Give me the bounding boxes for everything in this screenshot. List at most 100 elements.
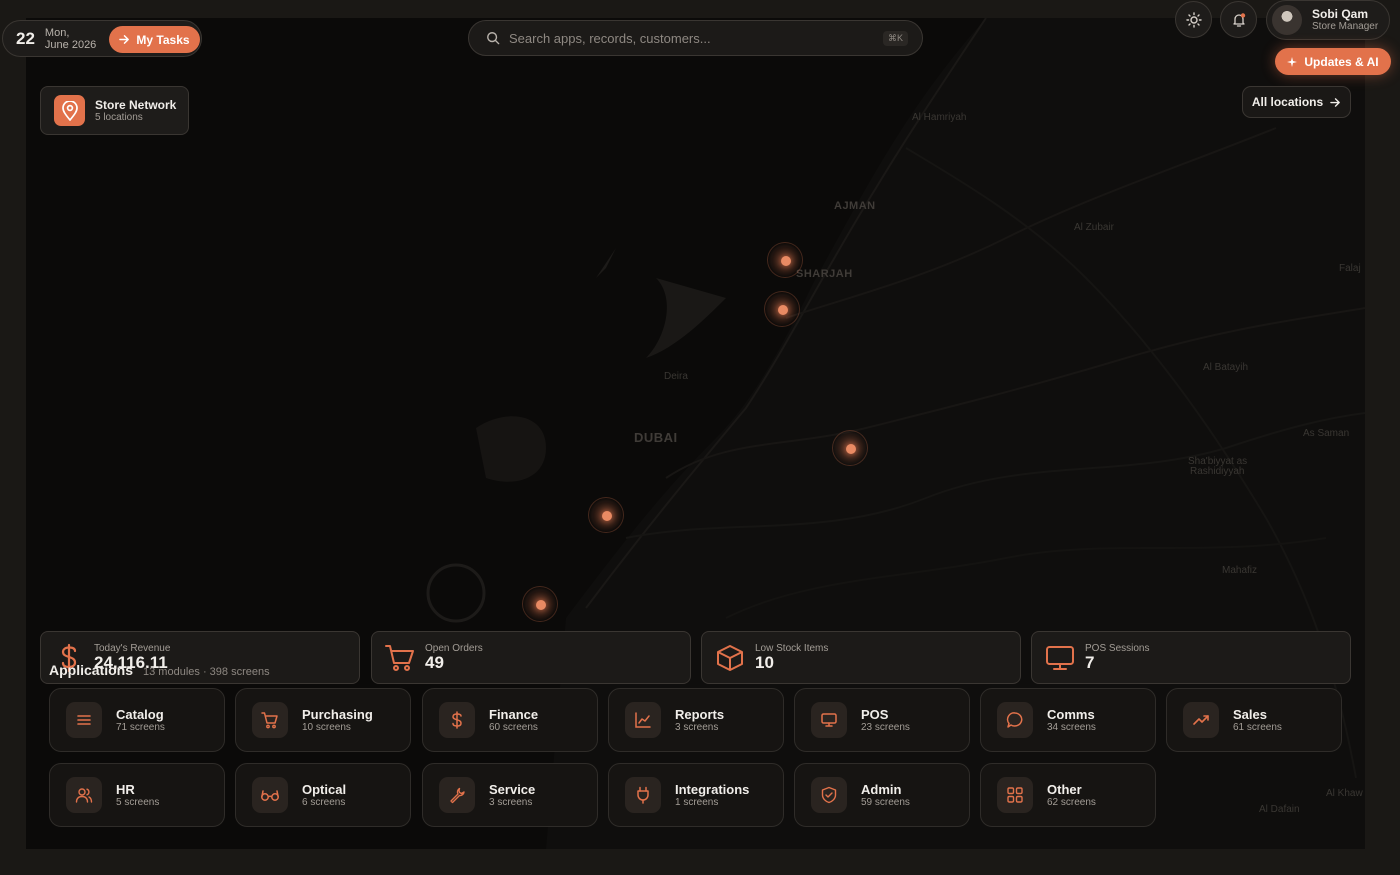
app-screens: 34 screens (1047, 722, 1096, 733)
kpi-value: 7 (1085, 653, 1095, 672)
theme-toggle-button[interactable] (1175, 1, 1212, 38)
app-tile-catalog[interactable]: Catalog 71 screens (49, 688, 225, 752)
search-icon (487, 32, 500, 45)
avatar (1272, 5, 1302, 35)
map-place-label: Al Hamriyah (912, 112, 967, 123)
all-locations-label: All locations (1251, 95, 1324, 109)
store-location-marker[interactable] (832, 430, 868, 466)
chat-icon (997, 702, 1033, 738)
app-screens: 3 screens (489, 797, 533, 808)
app-name: Service (489, 782, 536, 797)
monitor-icon (811, 702, 847, 738)
app-tile-reports[interactable]: Reports 3 screens (608, 688, 784, 752)
kpi-card-low-stock[interactable]: Low Stock Items 10 (701, 631, 1021, 684)
app-tile-comms[interactable]: Comms 34 screens (980, 688, 1156, 752)
app-screens: 5 screens (116, 797, 160, 808)
map-place-label: Deira (664, 371, 688, 382)
app-tile-text: Sales 61 screens (1219, 707, 1282, 733)
kpi-value: 10 (755, 653, 774, 672)
sun-icon (1185, 11, 1202, 28)
user-profile-button[interactable]: Sobi Qam Store Manager (1266, 0, 1390, 40)
my-tasks-button[interactable]: My Tasks (109, 26, 200, 53)
app-tile-sales[interactable]: Sales 61 screens (1166, 688, 1342, 752)
app-tile-pos[interactable]: POS 23 screens (794, 688, 970, 752)
map-place-label: SHARJAH (796, 268, 853, 280)
store-network-info: Store Network 5 locations (85, 98, 176, 123)
app-name: Catalog (116, 707, 164, 722)
app-tile-optical[interactable]: Optical 6 screens (235, 763, 411, 827)
kpi-stock-text: Low Stock Items 10 (745, 643, 828, 672)
updates-ai-label: Updates & AI (1304, 54, 1379, 69)
dollar-icon (439, 702, 475, 738)
notifications-button[interactable] (1220, 1, 1257, 38)
store-network-title: Store Network (95, 98, 177, 112)
map-place-label: Mahafiz (1222, 565, 1258, 576)
app-name: Other (1047, 782, 1082, 797)
app-tile-text: Other 62 screens (1033, 782, 1096, 808)
app-screens: 1 screens (675, 797, 719, 808)
app-tile-purchasing[interactable]: Purchasing 10 screens (235, 688, 411, 752)
app-tile-text: POS 23 screens (847, 707, 910, 733)
app-tile-admin[interactable]: Admin 59 screens (794, 763, 970, 827)
cart-icon (252, 702, 288, 738)
app-tile-finance[interactable]: Finance 60 screens (422, 688, 598, 752)
app-name: Integrations (675, 782, 750, 797)
map-place-label: Al Khaw (1326, 788, 1363, 799)
app-tile-text: Comms 34 screens (1033, 707, 1096, 733)
app-tile-other[interactable]: Other 62 screens (980, 763, 1156, 827)
map-place-label: Rashidiyyah (1190, 466, 1245, 477)
kpi-card-open-orders[interactable]: Open Orders 49 (371, 631, 691, 684)
grid-icon (997, 777, 1033, 813)
sparkle-icon (1287, 56, 1298, 67)
date-day: 22 (16, 28, 35, 48)
app-screens: 3 screens (675, 722, 719, 733)
store-location-marker[interactable] (522, 586, 558, 622)
all-locations-button[interactable]: All locations (1242, 86, 1351, 118)
kpi-orders-text: Open Orders 49 (415, 643, 483, 672)
app-tile-integrations[interactable]: Integrations 1 screens (608, 763, 784, 827)
date-widget: 22 Mon, June 2026 My Tasks (2, 20, 202, 57)
store-location-marker[interactable] (767, 242, 803, 278)
map-place-label: Al Dafain (1259, 804, 1300, 815)
arrow-right-icon (1330, 97, 1341, 107)
kpi-pos-text: POS Sessions 7 (1075, 643, 1149, 672)
app-name: Finance (489, 707, 539, 722)
app-name: Admin (861, 782, 902, 797)
search-input[interactable]: Search apps, records, customers... (509, 31, 883, 46)
app-tile-text: Catalog 71 screens (102, 707, 165, 733)
app-screens: 10 screens (302, 722, 351, 733)
kpi-card-pos-sessions[interactable]: POS Sessions 7 (1031, 631, 1351, 684)
store-network-subtitle: 5 locations (95, 112, 143, 123)
user-role: Store Manager (1312, 21, 1379, 32)
map-place-label: DUBAI (634, 430, 678, 445)
app-tile-hr[interactable]: HR 5 screens (49, 763, 225, 827)
app-tile-text: Integrations 1 screens (661, 782, 749, 808)
search-shortcut: ⌘K (882, 30, 908, 46)
app-screens: 23 screens (861, 722, 910, 733)
trend-icon (1183, 702, 1219, 738)
users-icon (66, 777, 102, 813)
store-network-card[interactable]: Store Network 5 locations (40, 86, 189, 135)
shield-icon (811, 777, 847, 813)
app-tile-text: Reports 3 screens (661, 707, 724, 733)
map-place-label: Al Zubair (1074, 222, 1115, 233)
date-month-year: June 2026 (44, 38, 97, 51)
my-tasks-label: My Tasks (136, 32, 190, 47)
list-icon (66, 702, 102, 738)
app-name: Reports (675, 707, 725, 722)
store-location-marker[interactable] (588, 497, 624, 533)
app-tile-service[interactable]: Service 3 screens (422, 763, 598, 827)
map-place-label: AJMAN (834, 200, 876, 212)
date-text: Mon, June 2026 (45, 27, 96, 51)
app-screens: 71 screens (116, 722, 165, 733)
app-tile-text: Purchasing 10 screens (288, 707, 373, 733)
map-place-label: As Saman (1303, 428, 1350, 439)
app-screens: 60 screens (489, 722, 538, 733)
app-name: POS (861, 707, 889, 722)
wrench-icon (439, 777, 475, 813)
plug-icon (625, 777, 661, 813)
app-frame: Al Hamriyah AJMAN Al Zubair SHARJAH Fala… (0, 0, 1400, 875)
updates-ai-button[interactable]: Updates & AI (1275, 48, 1391, 75)
store-location-marker[interactable] (764, 291, 800, 327)
search-bar[interactable]: Search apps, records, customers... ⌘K (468, 20, 923, 56)
